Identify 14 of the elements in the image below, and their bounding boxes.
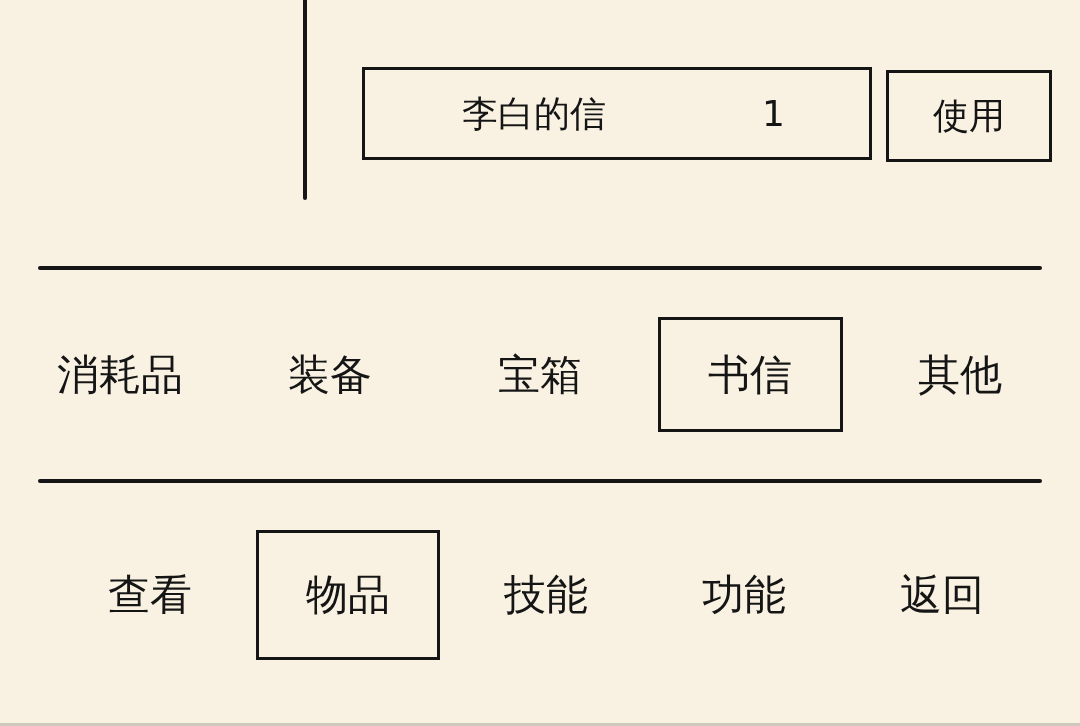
menu-tab[interactable]: 查看 <box>58 530 242 660</box>
category-tab[interactable]: 宝箱 <box>447 317 633 432</box>
menu-tab[interactable]: 功能 <box>652 530 836 660</box>
item-row[interactable]: 李白的信 1 <box>362 67 872 160</box>
item-quantity: 1 <box>762 95 785 132</box>
category-tab[interactable]: 其他 <box>867 317 1053 432</box>
menu-tab[interactable]: 物品 <box>256 530 440 660</box>
category-tab[interactable]: 消耗品 <box>27 317 213 432</box>
menu-tab[interactable]: 技能 <box>454 530 638 660</box>
category-tab[interactable]: 装备 <box>237 317 423 432</box>
category-tab[interactable]: 书信 <box>657 317 843 432</box>
menu-tab[interactable]: 返回 <box>850 530 1034 660</box>
use-button[interactable]: 使用 <box>886 70 1052 162</box>
item-name: 李白的信 <box>462 95 606 132</box>
